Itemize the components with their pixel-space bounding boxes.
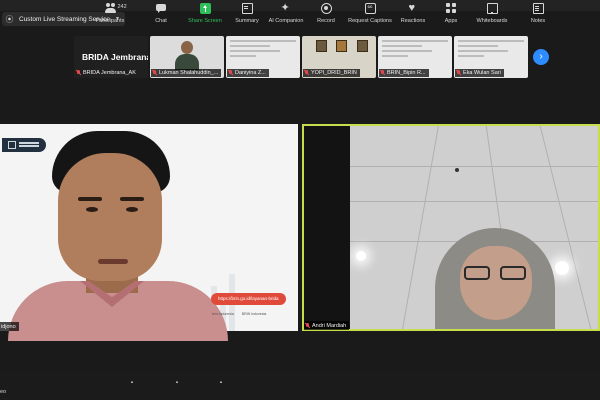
participant-name: Daniyina Z... xyxy=(235,70,266,76)
shared-slide-preview xyxy=(458,40,524,68)
video-tile-active-speaker[interactable] xyxy=(302,124,600,331)
wall-frame xyxy=(336,40,347,52)
participant-name: Eka Wulan Sari xyxy=(463,70,501,76)
participant-name-tag: Daniyina Z... xyxy=(227,69,269,77)
summary-icon xyxy=(241,3,253,14)
participant-name-tag: BRIDA Jembrana_AK xyxy=(75,69,139,77)
mic-muted-icon xyxy=(76,70,81,76)
mic-muted-icon xyxy=(228,70,233,76)
apps-icon xyxy=(445,3,457,14)
whiteboards-icon xyxy=(486,3,498,14)
participants-icon: 242 xyxy=(104,3,127,14)
share-options-caret[interactable]: ▲ xyxy=(219,379,223,384)
participant-name: YOPI_DRID_BRIN xyxy=(311,70,357,76)
next-page-button[interactable]: › xyxy=(533,49,549,65)
captions-icon: cc xyxy=(364,3,376,14)
notes-label: Notes xyxy=(530,18,546,24)
live-stream-icon: ⦿ xyxy=(5,14,14,24)
participants-options-caret[interactable]: ▲ xyxy=(130,379,134,384)
notes-button[interactable]: Notes xyxy=(508,3,568,28)
slide-url-banner: https://brin.go.id/layanan-brida xyxy=(211,293,286,305)
participant-name: Lukman Shalahuddin_... xyxy=(159,70,219,76)
mic-muted-icon xyxy=(380,70,385,76)
share-screen-icon xyxy=(199,3,211,14)
mic-muted-icon xyxy=(152,70,157,76)
participant-name-tag: BRIN_Bipin R... xyxy=(379,69,429,77)
wall-frame xyxy=(316,40,327,52)
participant-thumbnail[interactable]: Eka Wulan Sari xyxy=(454,36,528,78)
mic-muted-icon xyxy=(456,70,461,76)
ai-companion-icon xyxy=(281,1,292,15)
presenter-video xyxy=(8,131,228,341)
participant-thumbnail[interactable]: BRIDA Jembrana_... BRIDA Jembrana_AK xyxy=(74,36,148,78)
participant-name: BRIDA Jembrana_AK xyxy=(83,70,136,76)
chat-options-caret[interactable]: ▲ xyxy=(175,379,179,384)
participant-name: BRIN_Bipin R... xyxy=(387,70,426,76)
shared-slide-preview xyxy=(230,40,296,68)
notes-icon xyxy=(532,3,544,14)
chat-icon xyxy=(155,3,167,14)
wall-frame xyxy=(357,40,368,52)
toolbar-video-label-cut: eo xyxy=(0,389,7,395)
record-icon xyxy=(320,3,332,14)
slide-social-instagram: brin.indonesia xyxy=(212,312,234,316)
shared-slide-preview xyxy=(382,40,448,68)
meeting-toolbar xyxy=(0,372,600,400)
chevron-right-icon: › xyxy=(539,51,543,62)
slide-social-youtube: BRIN Indonesia xyxy=(241,312,267,316)
participant-video xyxy=(350,126,598,329)
participant-thumbnail[interactable]: Daniyina Z... xyxy=(226,36,300,78)
participant-video xyxy=(175,39,199,70)
mic-muted-icon xyxy=(304,70,309,76)
participant-name-tag: Eka Wulan Sari xyxy=(455,69,504,77)
participants-count: 242 xyxy=(117,4,127,10)
participant-name: idjono xyxy=(1,323,16,330)
participant-tile-name: BRIDA Jembrana_... xyxy=(82,52,148,62)
participant-name-tag: YOPI_DRID_BRIN xyxy=(303,69,360,77)
participant-thumbnail[interactable]: Lukman Shalahuddin_... xyxy=(150,36,224,78)
participant-name: Andri Mardiah xyxy=(312,322,347,329)
reactions-icon xyxy=(408,1,419,15)
participant-thumbnail[interactable]: YOPI_DRID_BRIN xyxy=(302,36,376,78)
mic-muted-icon xyxy=(305,322,310,329)
participant-name-tag: Lukman Shalahuddin_... xyxy=(151,69,222,77)
participant-name-tag: Andri Mardiah xyxy=(304,321,350,330)
participant-name-tag: idjono xyxy=(0,322,19,331)
slide-social-handles: brin.indonesia BRIN Indonesia xyxy=(212,312,266,316)
participant-thumbnail[interactable]: BRIN_Bipin R... xyxy=(378,36,452,78)
